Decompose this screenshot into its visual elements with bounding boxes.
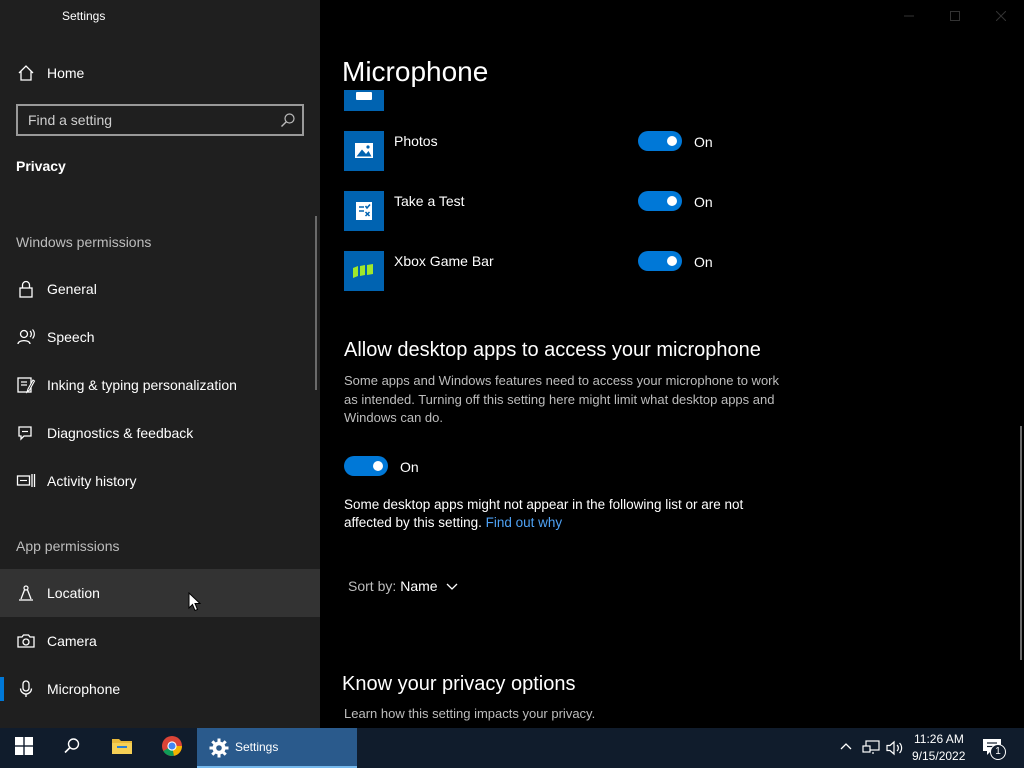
sidebar-item-label: Inking & typing personalization [47,377,237,393]
sidebar-item-general[interactable]: General [0,265,320,313]
chevron-down-icon [446,578,458,594]
sidebar-item-label: Camera [47,633,97,649]
search-box[interactable] [16,104,304,136]
xbox-game-bar-toggle[interactable] [638,251,682,271]
category-title: Privacy [16,158,66,174]
lock-icon [16,279,36,299]
privacy-options-description: Learn how this setting impacts your priv… [344,706,596,721]
desktop-apps-toggle[interactable] [344,456,388,476]
microphone-icon [16,679,36,699]
sidebar-item-label: General [47,281,97,297]
inking-icon [16,375,36,395]
search-icon[interactable] [280,112,296,128]
app-name: Xbox Game Bar [394,253,494,269]
page-title: Microphone [342,56,489,87]
maximize-button[interactable] [932,0,978,32]
app-name: Take a Test [394,193,465,209]
toggle-knob [667,196,677,206]
sidebar-item-label: Microphone [47,681,121,697]
take-a-test-icon [344,191,384,231]
taskbar-settings-label: Settings [235,740,279,754]
sort-label: Sort by: [348,578,397,594]
photos-icon [344,131,384,171]
windows-logo-icon [15,736,33,760]
sidebar-item-diagnostics[interactable]: Diagnostics & feedback [0,409,320,457]
volume-icon[interactable] [886,740,904,761]
app-permissions-header: App permissions [16,538,120,554]
gear-icon [209,738,229,763]
camera-icon [16,631,36,651]
sidebar-item-camera[interactable]: Camera [0,617,320,665]
activity-history-icon [16,471,36,491]
minimize-button[interactable] [886,0,932,32]
start-button[interactable] [0,728,48,768]
desktop-apps-heading: Allow desktop apps to access your microp… [344,339,761,361]
sidebar-item-label: Speech [47,329,95,345]
toggle-state: On [694,194,713,210]
main-content: Microphone Photos On Take a Test On Xbox… [320,0,1024,728]
sidebar-item-label: Activity history [47,473,137,489]
sidebar: Settings Home Privacy Windows permission… [0,0,320,728]
taskbar-search-button[interactable] [48,728,96,768]
taskbar-file-explorer[interactable] [98,728,146,768]
diagnostics-icon [16,423,36,443]
taskbar-chrome[interactable] [148,728,196,768]
window-controls [886,0,1024,32]
main-scrollbar[interactable] [1020,426,1022,660]
desktop-apps-toggle-state: On [400,459,419,475]
clock-time[interactable]: 11:26 AM [914,732,964,746]
search-input[interactable] [28,111,268,129]
sidebar-item-label: Diagnostics & feedback [47,425,194,441]
search-icon [63,737,81,760]
app-row-xbox-game-bar: Xbox Game Bar On [344,251,1024,291]
desktop-apps-note: Some desktop apps might not appear in th… [344,496,794,532]
location-icon [16,583,36,603]
window-title: Settings [62,9,106,23]
toggle-state: On [694,254,713,270]
sort-value: Name [400,578,438,594]
mouse-cursor-icon [188,592,202,612]
clock-date[interactable]: 9/15/2022 [912,749,965,763]
sort-dropdown[interactable]: Sort by: Name [348,578,458,594]
sidebar-item-microphone[interactable]: Microphone [0,665,320,713]
find-out-why-link[interactable]: Find out why [486,515,563,530]
sidebar-item-inking[interactable]: Inking & typing personalization [0,361,320,409]
sidebar-item-label: Location [47,585,100,601]
close-button[interactable] [978,0,1024,32]
sidebar-item-home[interactable]: Home [0,49,320,97]
take-a-test-toggle[interactable] [638,191,682,211]
network-icon[interactable] [862,740,880,761]
speech-icon [16,327,36,347]
desktop-apps-description: Some apps and Windows features need to a… [344,373,780,425]
toggle-state: On [694,134,713,150]
folder-icon [111,737,133,760]
home-icon [16,63,36,83]
taskbar: Settings 11:26 AM 9/15/2022 1 [0,728,1024,768]
sidebar-item-activity-history[interactable]: Activity history [0,457,320,505]
photos-toggle[interactable] [638,131,682,151]
app-name: Photos [394,133,438,149]
app-row-photos: Photos On [344,131,1024,171]
toggle-knob [667,256,677,266]
toggle-knob [667,136,677,146]
chrome-icon [161,735,183,762]
sidebar-item-speech[interactable]: Speech [0,313,320,361]
taskbar-settings-app[interactable]: Settings [197,728,357,768]
sidebar-item-location[interactable]: Location [0,569,320,617]
app-row-take-a-test: Take a Test On [344,191,1024,231]
tray-chevron-up-icon[interactable] [840,740,852,759]
toggle-knob [373,461,383,471]
windows-permissions-header: Windows permissions [16,234,152,250]
privacy-options-heading: Know your privacy options [342,673,576,695]
sidebar-item-label: Home [47,65,85,81]
sidebar-scrollbar[interactable] [315,216,317,390]
notification-badge: 1 [990,744,1006,760]
action-center-button[interactable]: 1 [982,738,1006,760]
app-tile-partial [344,90,384,111]
xbox-game-bar-icon [344,251,384,291]
